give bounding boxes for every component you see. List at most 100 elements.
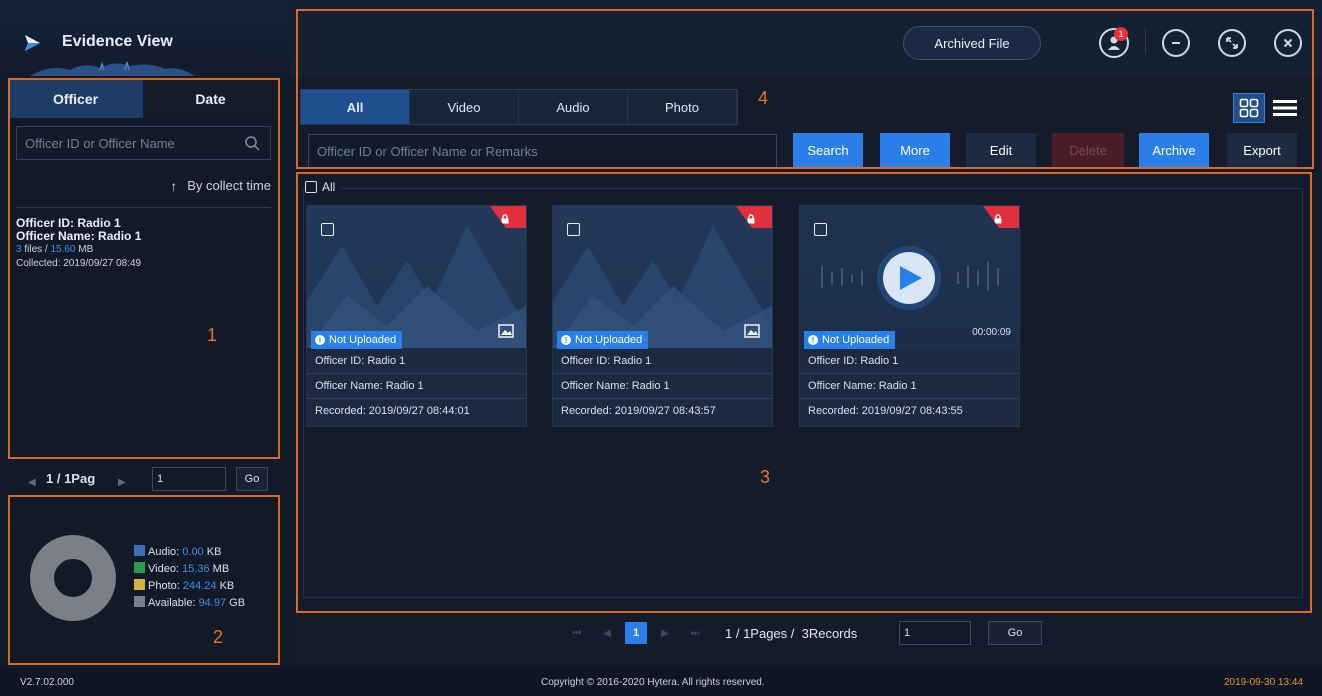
image-type-icon [498, 324, 514, 338]
card-officer-name: Officer Name: Radio 1 [800, 373, 1019, 398]
evidence-card[interactable]: ! Not Uploaded Officer ID: Radio 1 Office… [306, 205, 527, 427]
select-all-label: All [322, 180, 336, 194]
lock-icon [993, 211, 1003, 224]
notification-badge: 1 [1114, 27, 1128, 41]
prev-page-icon[interactable]: ◀ [28, 472, 36, 490]
officer-files-summary: 3 files / 15.60 MB [16, 244, 94, 255]
app-title: Evidence View [62, 33, 173, 50]
tab-photo[interactable]: Photo [628, 90, 737, 124]
delete-button[interactable]: Delete [1052, 133, 1124, 167]
divider [1145, 28, 1146, 54]
annotation-label-2: 2 [213, 627, 224, 647]
image-type-icon [744, 324, 760, 338]
legend-photo: Photo: 244.24 KB [134, 578, 245, 595]
page-summary: 1 / 1Pages / 3Records [725, 625, 858, 641]
officer-list-item[interactable]: Officer ID: Radio 1 Officer Name: Radio … [16, 217, 276, 270]
minimize-icon[interactable] [1162, 29, 1190, 57]
app-logo-icon [25, 35, 40, 51]
info-icon: ! [561, 335, 571, 345]
tab-audio[interactable]: Audio [519, 90, 628, 124]
archive-button[interactable]: Archive [1139, 133, 1209, 167]
card-checkbox[interactable] [567, 223, 580, 236]
officer-search-box [16, 126, 271, 160]
sort-label: By collect time [187, 178, 271, 193]
datetime-text: 2019-09-30 13:44 [1224, 677, 1303, 688]
video-duration: 00:00:09 [972, 327, 1011, 338]
card-recorded: Recorded: 2019/09/27 08:43:55 [800, 398, 1019, 423]
page-number-button[interactable]: 1 [625, 622, 647, 644]
card-officer-id: Officer ID: Radio 1 [561, 354, 652, 367]
close-icon[interactable] [1274, 29, 1302, 57]
maximize-icon[interactable] [1218, 29, 1246, 57]
info-icon: ! [808, 335, 818, 345]
brand-area: Evidence View [0, 0, 290, 78]
select-all[interactable]: All [305, 180, 342, 194]
left-tabs: Officer Date [8, 80, 278, 118]
evidence-search-input[interactable] [309, 135, 776, 167]
grid-view-icon[interactable] [1233, 93, 1265, 123]
card-recorded: Recorded: 2019/09/27 08:44:01 [307, 398, 526, 423]
tab-officer[interactable]: Officer [8, 80, 143, 118]
play-icon[interactable] [882, 251, 938, 305]
lock-icon [746, 211, 756, 224]
status-bar: V2.7.02.000 Copyright © 2016-2020 Hytera… [0, 668, 1322, 696]
annotation-label-3: 3 [760, 467, 771, 487]
tab-all[interactable]: All [301, 90, 410, 124]
officer-name: Officer Name: Radio 1 [16, 229, 142, 243]
evidence-card[interactable]: ! Not Uploaded Officer ID: Radio 1 Office… [552, 205, 773, 427]
archived-file-button[interactable]: Archived File [903, 26, 1041, 60]
card-checkbox[interactable] [321, 223, 334, 236]
tab-date[interactable]: Date [143, 80, 278, 118]
left-page-indicator: 1 / 1Pag [46, 471, 96, 486]
prev-page-icon[interactable]: ◀ [589, 628, 625, 639]
first-page-icon[interactable]: ⏮ [565, 628, 589, 639]
photo-thumbnail [553, 206, 772, 348]
left-go-button[interactable]: Go [236, 467, 268, 491]
list-view-icon[interactable] [1268, 93, 1302, 123]
search-icon[interactable] [244, 135, 260, 151]
next-page-icon[interactable]: ▶ [118, 472, 126, 490]
left-page-input[interactable] [152, 467, 226, 491]
card-officer-id: Officer ID: Radio 1 [315, 354, 406, 367]
legend-video: Video: 15.36 MB [134, 561, 245, 578]
officer-id: Officer ID: Radio 1 [16, 216, 121, 230]
select-all-checkbox[interactable] [305, 181, 317, 193]
last-page-icon[interactable]: ⏭ [683, 628, 707, 639]
upload-status-badge: ! Not Uploaded [557, 331, 649, 349]
card-officer-id: Officer ID: Radio 1 [808, 354, 899, 367]
edit-button[interactable]: Edit [966, 133, 1036, 167]
next-page-icon[interactable]: ▶ [647, 628, 683, 639]
upload-status-badge: ! Not Uploaded [804, 331, 896, 349]
notification-button[interactable]: 1 [1099, 27, 1129, 58]
export-button[interactable]: Export [1227, 133, 1297, 167]
bottom-pager: ⏮ ◀ 1 ▶ ⏭ 1 / 1Pages / 3Records [565, 620, 857, 646]
card-checkbox[interactable] [814, 223, 827, 236]
legend-audio: Audio: 0.00 KB [134, 544, 245, 561]
sort-control[interactable]: ↑ By collect time [16, 178, 271, 208]
info-icon: ! [315, 335, 325, 345]
lock-icon [500, 211, 510, 224]
annotation-label-1: 1 [207, 325, 218, 345]
legend-available: Available: 94.97 GB [134, 595, 245, 612]
photo-thumbnail [307, 206, 526, 348]
search-button[interactable]: Search [793, 133, 863, 167]
skyline-decoration [30, 61, 195, 76]
evidence-search-box [308, 134, 777, 168]
bottom-page-input[interactable] [899, 621, 971, 645]
arrow-up-icon: ↑ [170, 178, 178, 194]
annotation-label-4: 4 [758, 88, 769, 108]
copyright-text: Copyright © 2016-2020 Hytera. All rights… [541, 677, 765, 688]
card-recorded: Recorded: 2019/09/27 08:43:57 [553, 398, 772, 423]
more-button[interactable]: More [880, 133, 950, 167]
officer-collected: Collected: 2019/09/27 08:49 [16, 258, 142, 269]
card-officer-name: Officer Name: Radio 1 [307, 373, 526, 398]
upload-status-badge: ! Not Uploaded [311, 331, 403, 349]
card-officer-name: Officer Name: Radio 1 [553, 373, 772, 398]
tab-video[interactable]: Video [410, 90, 519, 124]
bottom-go-button[interactable]: Go [988, 621, 1042, 645]
officer-search-input[interactable] [17, 127, 270, 159]
media-type-tabs: All Video Audio Photo [300, 89, 738, 125]
storage-donut-chart [30, 535, 116, 621]
evidence-card[interactable]: ! Not Uploaded 00:00:09 Officer ID: Radio… [799, 205, 1020, 427]
version-text: V2.7.02.000 [20, 677, 74, 688]
